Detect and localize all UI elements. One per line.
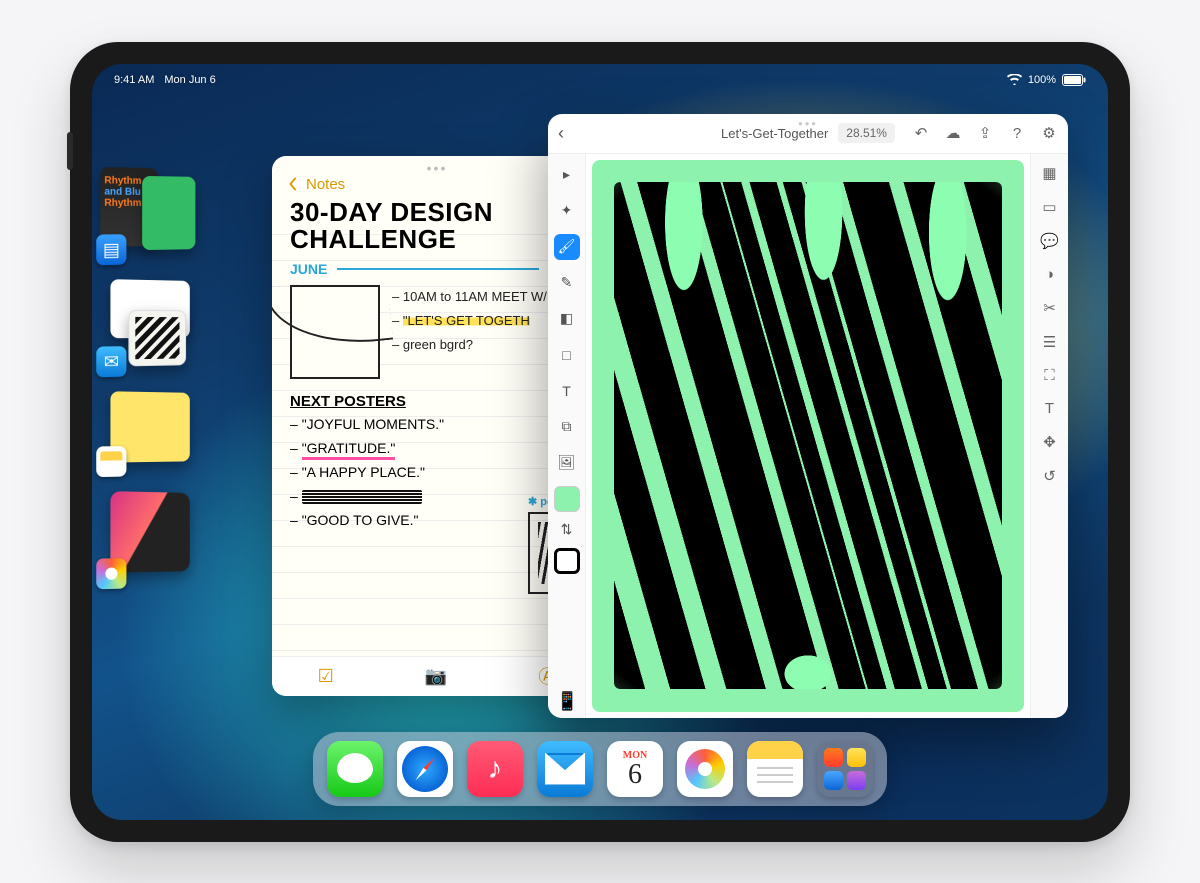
- mail-app-icon: ✉︎: [96, 346, 126, 377]
- note-month-row: JUNE JULY: [290, 261, 584, 277]
- left-toolbar: ▸ ✦ 🖌 ✎ ◧ □ T ⧉ 🖼 ⇅: [548, 154, 586, 718]
- phone-handoff-icon[interactable]: 📱: [556, 691, 578, 712]
- scratch-out: [302, 490, 422, 504]
- swap-swatches-icon[interactable]: ⇅: [559, 522, 575, 538]
- checklist-icon[interactable]: ☑︎: [318, 666, 334, 687]
- poster-2: "GRATITUDE.": [302, 440, 396, 460]
- note-section-title: NEXT POSTERS: [290, 393, 584, 410]
- notes-back-label: Notes: [306, 176, 345, 193]
- image-tool-icon[interactable]: 🖼: [554, 450, 580, 476]
- design-body: ▸ ✦ 🖌 ✎ ◧ □ T ⧉ 🖼 ⇅ ▦: [548, 154, 1068, 718]
- shape-tool-icon[interactable]: □: [554, 342, 580, 368]
- stroke-swatch[interactable]: [554, 548, 580, 574]
- status-time: 9:41 AM: [114, 74, 154, 86]
- stage-group-4[interactable]: [98, 490, 195, 582]
- eraser-tool-icon[interactable]: ◧: [554, 306, 580, 332]
- music-app[interactable]: [467, 741, 523, 797]
- precision-icon[interactable]: ✥: [1043, 433, 1056, 451]
- artwork-content: [614, 182, 1003, 690]
- stage-thumb-green: [142, 175, 195, 249]
- stage-group-1[interactable]: Rhythm and Blu Rhythm ▤: [98, 166, 195, 258]
- text-tool-icon[interactable]: T: [554, 378, 580, 404]
- ruler-icon[interactable]: ▭: [1042, 198, 1056, 216]
- type-panel-icon[interactable]: T: [1045, 400, 1054, 417]
- swatches-icon[interactable]: ◑: [1045, 266, 1054, 283]
- mail-app[interactable]: [537, 741, 593, 797]
- right-toolbar: ▦ ▭ 💬 ◑ ✂︎ ☰ ⛶ T ✥ ↺: [1030, 154, 1068, 718]
- brush-tool-icon[interactable]: 🖌: [554, 234, 580, 260]
- window-handle-icon[interactable]: •••: [427, 156, 448, 172]
- notes-app[interactable]: [747, 741, 803, 797]
- app-library[interactable]: [817, 741, 873, 797]
- status-bar: 9:41 AM Mon Jun 6 100%: [92, 70, 1108, 90]
- stage-group-2[interactable]: ✉︎: [98, 278, 195, 370]
- camera-icon[interactable]: 📷: [425, 666, 447, 687]
- messages-app[interactable]: [327, 741, 383, 797]
- stage-group-3[interactable]: [98, 391, 195, 471]
- bullet-2: "LET'S GET TOGETH: [403, 313, 530, 328]
- layers-icon[interactable]: ▦: [1042, 164, 1056, 182]
- transform-icon[interactable]: ⛶: [1044, 367, 1055, 384]
- crop-tool-icon[interactable]: ⧉: [554, 414, 580, 440]
- photos-app-icon: [96, 558, 126, 589]
- battery-icon: [1062, 74, 1086, 86]
- status-date: Mon Jun 6: [164, 74, 215, 86]
- calendar-day: 6: [628, 759, 642, 791]
- ipad-screen: 9:41 AM Mon Jun 6 100% Rhythm and Blu Rh…: [92, 64, 1108, 820]
- dock: MON 6: [313, 732, 887, 806]
- battery-percent: 100%: [1028, 74, 1056, 86]
- align-icon[interactable]: ☰: [1043, 333, 1056, 351]
- calendar-app[interactable]: MON 6: [607, 741, 663, 797]
- stage-manager-strip: Rhythm and Blu Rhythm ▤ ✉︎: [98, 168, 198, 582]
- zoom-level[interactable]: 28.51%: [838, 123, 895, 143]
- ipad-device-frame: 9:41 AM Mon Jun 6 100% Rhythm and Blu Rh…: [70, 42, 1130, 842]
- history-icon[interactable]: ↺: [1043, 467, 1056, 485]
- comment-icon[interactable]: 💬: [1040, 232, 1059, 250]
- notes-app-icon: [96, 446, 126, 477]
- fill-swatch[interactable]: [554, 486, 580, 512]
- keynote-app-icon: ▤: [96, 234, 126, 265]
- note-title-line1: 30-DAY DESIGN: [290, 199, 584, 226]
- document-title: Let's-Get-Together: [721, 126, 828, 141]
- stage-thumb-pattern: [128, 309, 186, 366]
- safari-app[interactable]: [397, 741, 453, 797]
- select-tool-icon[interactable]: ▸: [554, 162, 580, 188]
- wifi-icon: [1007, 74, 1022, 85]
- canvas[interactable]: [592, 160, 1024, 712]
- month-divider: [337, 268, 539, 270]
- pencil-tool-icon[interactable]: ✎: [554, 270, 580, 296]
- photos-app[interactable]: [677, 741, 733, 797]
- design-titlebar: ••• ‹ Let's-Get-Together 28.51% ↶ ☁︎ ⇪ ?…: [548, 114, 1068, 154]
- design-app-window[interactable]: ••• ‹ Let's-Get-Together 28.51% ↶ ☁︎ ⇪ ?…: [548, 114, 1068, 718]
- poster-1: "JOYFUL MOMENTS.": [290, 412, 584, 436]
- note-sketch-box: [290, 285, 380, 379]
- note-title-line2: CHALLENGE: [290, 226, 584, 253]
- month-june: JUNE: [290, 261, 327, 277]
- scissors-icon[interactable]: ✂︎: [1043, 299, 1056, 317]
- magic-tool-icon[interactable]: ✦: [554, 198, 580, 224]
- poster-3: "A HAPPY PLACE.": [290, 460, 584, 484]
